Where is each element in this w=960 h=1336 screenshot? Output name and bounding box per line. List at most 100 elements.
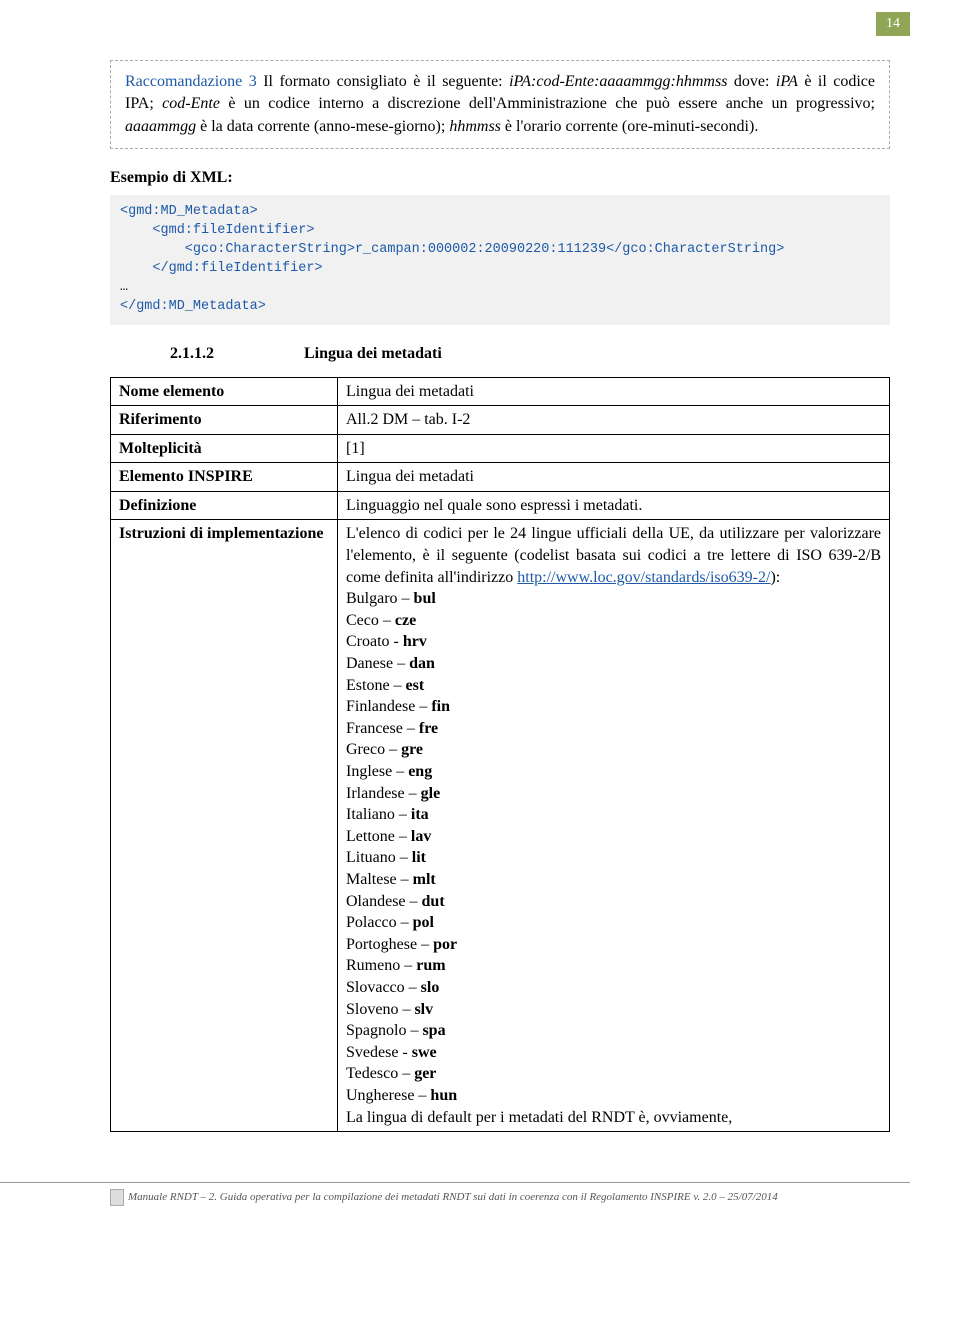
table-row: Nome elemento Lingua dei metadati [111, 377, 890, 406]
rec-text-p2: dove: [727, 73, 775, 90]
lang-code: rum [416, 957, 445, 974]
languages-list: Bulgaro – bulCeco – czeCroato - hrvDanes… [346, 588, 881, 1106]
lang-code: dan [409, 655, 435, 672]
footer-icon [110, 1189, 124, 1206]
row-label-riferimento: Riferimento [111, 406, 338, 435]
lang-name: Portoghese – [346, 936, 433, 953]
page-footer: Manuale RNDT – 2. Guida operativa per la… [0, 1182, 910, 1226]
lang-name: Irlandese – [346, 785, 421, 802]
lang-name: Lituano – [346, 849, 412, 866]
table-row: Riferimento All.2 DM – tab. I-2 [111, 406, 890, 435]
instr-outro: La lingua di default per i metadati del … [346, 1109, 732, 1126]
row-value-istruzioni: L'elenco di codici per le 24 lingue uffi… [338, 520, 890, 1132]
lang-name: Francese – [346, 720, 419, 737]
language-entry: Finlandese – fin [346, 696, 881, 718]
language-entry: Estone – est [346, 675, 881, 697]
row-label-istruzioni: Istruzioni di implementazione [111, 520, 338, 1132]
lang-name: Rumeno – [346, 957, 416, 974]
language-entry: Lettone – lav [346, 826, 881, 848]
language-entry: Spagnolo – spa [346, 1020, 881, 1042]
lang-name: Maltese – [346, 871, 413, 888]
lang-code: fin [431, 698, 450, 715]
language-entry: Portoghese – por [346, 934, 881, 956]
main-content: Raccomandazione 3 Il formato consigliato… [0, 0, 960, 1152]
code-line-3: <gco:CharacterString>r_campan:000002:200… [120, 242, 784, 257]
xml-code-block: <gmd:MD_Metadata> <gmd:fileIdentifier> <… [110, 195, 890, 324]
lang-code: por [433, 936, 457, 953]
rec-text-p1: Il formato consigliato è il seguente: [257, 73, 509, 90]
row-label-molteplicita: Molteplicità [111, 434, 338, 463]
language-entry: Olandese – dut [346, 891, 881, 913]
language-entry: Bulgaro – bul [346, 588, 881, 610]
lang-code: spa [422, 1022, 445, 1039]
lang-name: Finlandese – [346, 698, 431, 715]
table-row: Elemento INSPIRE Lingua dei metadati [111, 463, 890, 492]
lang-code: ger [414, 1065, 436, 1082]
language-entry: Inglese – eng [346, 761, 881, 783]
lang-code: slv [414, 1001, 433, 1018]
lang-name: Polacco – [346, 914, 413, 931]
lang-name: Svedese - [346, 1044, 412, 1061]
lang-name: Croato - [346, 633, 403, 650]
row-label-inspire: Elemento INSPIRE [111, 463, 338, 492]
row-value-nome: Lingua dei metadati [338, 377, 890, 406]
row-value-definizione: Linguaggio nel quale sono espressi i met… [338, 491, 890, 520]
table-row: Molteplicità [1] [111, 434, 890, 463]
rec-ipa: iPA [776, 73, 798, 90]
row-label-nome: Nome elemento [111, 377, 338, 406]
code-line-dots: … [120, 280, 128, 295]
language-entry: Tedesco – ger [346, 1063, 881, 1085]
lang-name: Bulgaro – [346, 590, 414, 607]
language-entry: Italiano – ita [346, 804, 881, 826]
lang-name: Ceco – [346, 612, 395, 629]
heading-num: 2.1.1.2 [170, 345, 214, 362]
language-entry: Rumeno – rum [346, 955, 881, 977]
code-line-4: </gmd:fileIdentifier> [120, 261, 323, 276]
xml-example-title: Esempio di XML: [110, 169, 890, 187]
code-line-2: <gmd:fileIdentifier> [120, 223, 314, 238]
row-value-inspire: Lingua dei metadati [338, 463, 890, 492]
language-entry: Greco – gre [346, 739, 881, 761]
rec-time: hhmmss [449, 118, 501, 135]
lang-name: Lettone – [346, 828, 411, 845]
language-entry: Polacco – pol [346, 912, 881, 934]
lang-code: est [406, 677, 425, 694]
lang-name: Olandese – [346, 893, 422, 910]
language-entry: Slovacco – slo [346, 977, 881, 999]
lang-code: hrv [403, 633, 427, 650]
lang-name: Danese – [346, 655, 409, 672]
lang-code: eng [408, 763, 432, 780]
instr-intro2: ): [770, 569, 780, 586]
subsection-heading: 2.1.1.2Lingua dei metadati [170, 345, 890, 363]
recommendation-label: Raccomandazione 3 [125, 73, 257, 90]
lang-code: cze [395, 612, 416, 629]
lang-code: ita [411, 806, 429, 823]
lang-code: hun [430, 1087, 457, 1104]
row-value-molteplicita: [1] [338, 434, 890, 463]
footer-text: Manuale RNDT – 2. Guida operativa per la… [128, 1191, 778, 1203]
lang-name: Sloveno – [346, 1001, 414, 1018]
language-entry: Danese – dan [346, 653, 881, 675]
lang-code: slo [421, 979, 440, 996]
lang-code: gle [421, 785, 441, 802]
rec-format: iPA:cod-Ente:aaaammgg:hhmmss [509, 73, 727, 90]
lang-code: fre [419, 720, 438, 737]
language-entry: Sloveno – slv [346, 999, 881, 1021]
lang-code: gre [401, 741, 423, 758]
row-value-riferimento: All.2 DM – tab. I-2 [338, 406, 890, 435]
code-line-5: </gmd:MD_Metadata> [120, 299, 266, 314]
language-entry: Croato - hrv [346, 631, 881, 653]
rec-codente: cod-Ente [162, 95, 220, 112]
lang-code: lav [411, 828, 431, 845]
code-line-1: <gmd:MD_Metadata> [120, 204, 258, 219]
lang-name: Greco – [346, 741, 401, 758]
language-entry: Svedese - swe [346, 1042, 881, 1064]
lang-code: bul [414, 590, 436, 607]
lang-name: Estone – [346, 677, 406, 694]
table-row: Istruzioni di implementazione L'elenco d… [111, 520, 890, 1132]
lang-name: Ungherese – [346, 1087, 430, 1104]
iso-link[interactable]: http://www.loc.gov/standards/iso639-2/ [517, 569, 770, 586]
language-entry: Ceco – cze [346, 610, 881, 632]
lang-name: Spagnolo – [346, 1022, 422, 1039]
recommendation-box: Raccomandazione 3 Il formato consigliato… [110, 60, 890, 149]
